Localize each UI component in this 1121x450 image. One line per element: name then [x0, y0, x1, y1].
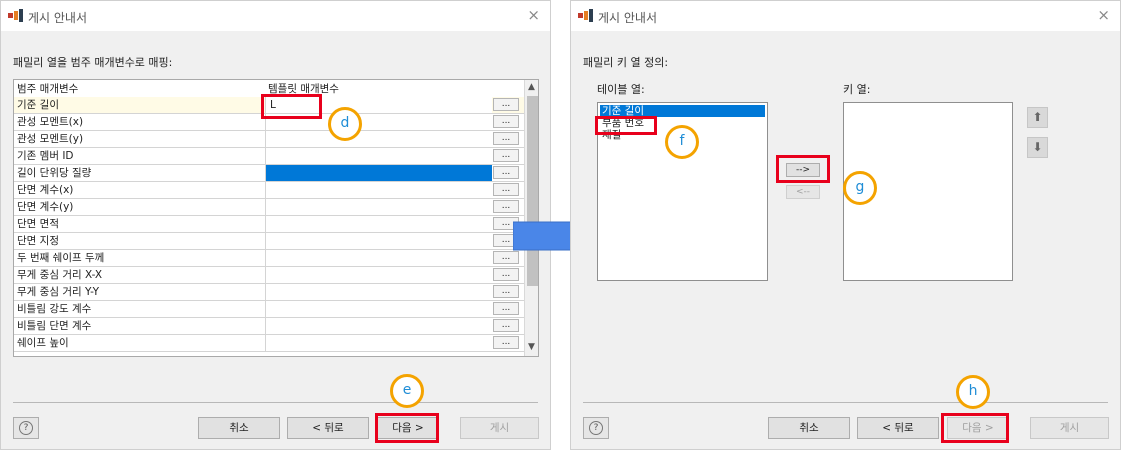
ellipsis-button[interactable]: ... [493, 132, 519, 145]
title-bar: 게시 안내서 × [1, 1, 550, 31]
table-row[interactable]: 단면 면적... [14, 216, 524, 233]
template-parameter-cell[interactable] [266, 148, 492, 164]
marker-h: h [956, 375, 990, 409]
ellipsis-button[interactable]: ... [493, 285, 519, 298]
ellipsis-button[interactable]: ... [493, 302, 519, 315]
table-columns-label: 테이블 열: [597, 83, 645, 96]
table-row[interactable]: 비틀림 강도 계수... [14, 301, 524, 318]
app-icon [578, 9, 594, 23]
table-row[interactable]: 단면 계수(y)... [14, 199, 524, 216]
callout-box-add-button [776, 155, 830, 183]
category-parameter-cell: 단면 면적 [14, 216, 266, 232]
category-parameter-cell: 비틀림 강도 계수 [14, 301, 266, 317]
app-icon [8, 9, 24, 23]
publish-wizard-dialog-left: 게시 안내서 × 패밀리 열을 범주 매개변수로 매핑: 범주 매개변수 템플릿… [0, 0, 551, 450]
publish-button[interactable]: 게시 [460, 417, 539, 439]
close-icon[interactable]: × [1097, 6, 1110, 24]
help-button[interactable]: ? [583, 417, 609, 439]
cancel-button[interactable]: 취소 [198, 417, 280, 439]
back-button[interactable]: < 뒤로 [287, 417, 369, 439]
category-parameter-cell: 단면 계수(y) [14, 199, 266, 215]
category-parameter-cell: 무게 중심 거리 X-X [14, 267, 266, 283]
cancel-button[interactable]: 취소 [768, 417, 850, 439]
category-parameter-cell: 기준 길이 [14, 97, 266, 113]
template-parameter-cell[interactable] [266, 131, 492, 147]
footer-separator [583, 402, 1108, 403]
marker-e: e [390, 374, 424, 408]
template-parameter-cell[interactable] [266, 165, 492, 181]
ellipsis-button[interactable]: ... [493, 319, 519, 332]
scroll-down-icon[interactable]: ▼ [528, 342, 535, 352]
help-button[interactable]: ? [13, 417, 39, 439]
callout-box-template-cell [261, 94, 322, 119]
move-up-icon[interactable]: ⬆ [1027, 107, 1048, 128]
window-title: 게시 안내서 [598, 11, 658, 25]
help-icon: ? [19, 421, 33, 435]
ellipsis-button[interactable]: ... [493, 98, 519, 111]
parameter-mapping-grid: 범주 매개변수 템플릿 매개변수 기준 길이 L... 관성 모멘트(x)... 관성… [13, 79, 539, 357]
publish-button[interactable]: 게시 [1030, 417, 1109, 439]
template-parameter-cell[interactable] [266, 182, 492, 198]
ellipsis-button[interactable]: ... [493, 183, 519, 196]
column-header-category: 범주 매개변수 [17, 83, 79, 95]
template-parameter-cell[interactable] [266, 199, 492, 215]
ellipsis-button[interactable]: ... [493, 149, 519, 162]
help-icon: ? [589, 421, 603, 435]
move-down-icon[interactable]: ⬇ [1027, 137, 1048, 158]
category-parameter-cell: 기존 멤버 ID [14, 148, 266, 164]
category-parameter-cell: 쉐이프 높이 [14, 335, 266, 351]
callout-box-part-number [595, 116, 657, 135]
template-parameter-cell[interactable] [266, 284, 492, 300]
window-title: 게시 안내서 [28, 11, 88, 25]
table-row[interactable]: 관성 모멘트(y)... [14, 131, 524, 148]
callout-box-next-button [941, 413, 1009, 443]
table-row[interactable]: 비틀림 단면 계수... [14, 318, 524, 335]
marker-g: g [843, 171, 877, 205]
table-row[interactable]: 무게 중심 거리 Y-Y... [14, 284, 524, 301]
category-parameter-cell: 단면 지정 [14, 233, 266, 249]
table-row[interactable]: 기존 멤버 ID... [14, 148, 524, 165]
category-parameter-cell: 무게 중심 거리 Y-Y [14, 284, 266, 300]
template-parameter-cell[interactable] [266, 216, 492, 232]
page-heading: 패밀리 키 열 정의: [583, 56, 669, 69]
scroll-up-icon[interactable]: ▲ [528, 82, 535, 92]
table-row[interactable]: 무게 중심 거리 X-X... [14, 267, 524, 284]
template-parameter-cell[interactable] [266, 335, 492, 351]
page-heading: 패밀리 열을 범주 매개변수로 매핑: [13, 56, 173, 69]
ellipsis-button[interactable]: ... [493, 166, 519, 179]
category-parameter-cell: 단면 계수(x) [14, 182, 266, 198]
category-parameter-cell: 관성 모멘트(y) [14, 131, 266, 147]
table-row[interactable]: 단면 지정... [14, 233, 524, 250]
template-parameter-cell[interactable] [266, 250, 492, 266]
table-row[interactable]: 단면 계수(x)... [14, 182, 524, 199]
callout-box-next-button [375, 413, 439, 443]
category-parameter-cell: 길이 단위당 질량 [14, 165, 266, 181]
table-row[interactable]: 두 번째 쉐이프 두께... [14, 250, 524, 267]
footer-separator [13, 402, 538, 403]
category-parameter-cell: 두 번째 쉐이프 두께 [14, 250, 266, 266]
ellipsis-button[interactable]: ... [493, 115, 519, 128]
marker-f: f [665, 125, 699, 159]
close-icon[interactable]: × [527, 6, 540, 24]
back-button[interactable]: < 뒤로 [857, 417, 939, 439]
template-parameter-cell[interactable] [266, 301, 492, 317]
template-parameter-cell[interactable] [266, 318, 492, 334]
marker-d: d [328, 107, 362, 141]
title-bar: 게시 안내서 × [571, 1, 1120, 31]
table-row[interactable]: 쉐이프 높이... [14, 335, 524, 352]
remove-key-button[interactable]: <-- [786, 185, 820, 199]
category-parameter-cell: 비틀림 단면 계수 [14, 318, 266, 334]
publish-wizard-dialog-right: 게시 안내서 × 패밀리 키 열 정의: 테이블 열: 키 열: 기준 길이 부품… [570, 0, 1121, 450]
template-parameter-cell[interactable] [266, 267, 492, 283]
table-row[interactable]: 길이 단위당 질량... [14, 165, 524, 182]
category-parameter-cell: 관성 모멘트(x) [14, 114, 266, 130]
ellipsis-button[interactable]: ... [493, 336, 519, 349]
template-parameter-cell[interactable] [266, 233, 492, 249]
key-columns-label: 키 열: [843, 83, 871, 96]
